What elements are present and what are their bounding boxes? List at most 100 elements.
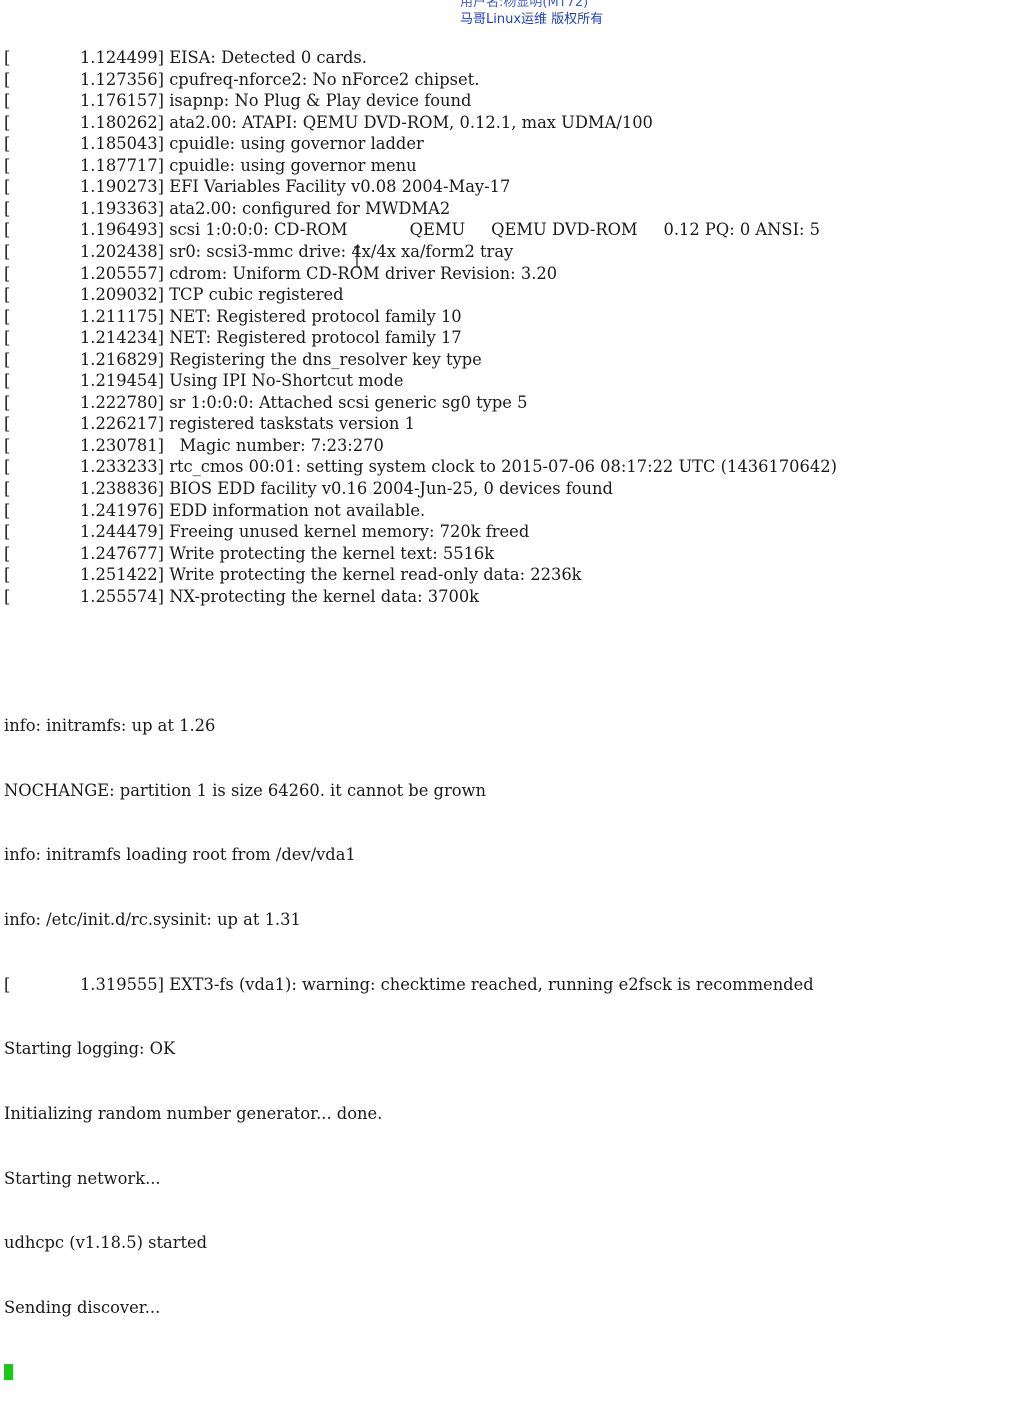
log-bracket: [: [4, 392, 11, 412]
log-bracket: [: [4, 91, 11, 111]
kernel-log-line: [1.244479] Freeing unused kernel memory:…: [4, 521, 1013, 543]
boot-line-ext3-warning: [1.319555] EXT3-fs (vda1): warning: chec…: [4, 974, 1013, 996]
log-bracket: [: [4, 48, 11, 68]
kernel-log-line: [1.230781] Magic number: 7:23:270: [4, 435, 1013, 457]
log-timestamp: 1.187717]: [79, 155, 164, 175]
kernel-log-line: [1.211175] NET: Registered protocol fami…: [4, 306, 1013, 328]
log-bracket: [: [4, 522, 11, 542]
log-bracket: [: [4, 371, 11, 391]
terminal-console[interactable]: [1.124499] EISA: Detected 0 cards.[1.127…: [4, 4, 1013, 1405]
kernel-log-line: [1.247677] Write protecting the kernel t…: [4, 543, 1013, 565]
log-bracket: [: [4, 500, 11, 520]
log-message: Registering the dns_resolver key type: [169, 349, 482, 369]
boot-line-initramfs-up: info: initramfs: up at 1.26: [4, 716, 216, 736]
kernel-log-line: [1.127356] cpufreq-nforce2: No nForce2 c…: [4, 69, 1013, 91]
log-message: sr0: scsi3-mmc drive: 4x/4x xa/form2 tra…: [169, 242, 514, 262]
log-message: TCP cubic registered: [169, 285, 344, 305]
log-message: Freeing unused kernel memory: 720k freed: [169, 522, 530, 542]
boot-line-sending-discover: Sending discover...: [4, 1297, 161, 1317]
log-bracket: [: [4, 242, 11, 262]
boot-line-starting-logging: Starting logging: OK: [4, 1039, 176, 1059]
kernel-log-line: [1.255574] NX-protecting the kernel data…: [4, 586, 1013, 608]
log-timestamp: 1.185043]: [79, 134, 164, 154]
kernel-log-line: [1.176157] isapnp: No Plug & Play device…: [4, 90, 1013, 112]
kernel-log-line: [1.185043] cpuidle: using governor ladde…: [4, 133, 1013, 155]
log-bracket: [: [4, 328, 11, 348]
kernel-log-line: [1.216829] Registering the dns_resolver …: [4, 349, 1013, 371]
log-message: scsi 1:0:0:0: CD-ROM QEMU QEMU DVD-ROM 0…: [169, 220, 821, 240]
log-timestamp: 1.124499]: [79, 48, 164, 68]
log-bracket: [: [4, 263, 11, 283]
kernel-log-line: [1.251422] Write protecting the kernel r…: [4, 564, 1013, 586]
log-timestamp: 1.205557]: [79, 263, 164, 283]
log-message: ata2.00: ATAPI: QEMU DVD-ROM, 0.12.1, ma…: [169, 112, 653, 132]
log-timestamp: 1.251422]: [79, 565, 164, 585]
kernel-log-line: [1.219454] Using IPI No-Shortcut mode: [4, 370, 1013, 392]
log-bracket: [: [4, 435, 11, 455]
log-message: EFI Variables Facility v0.08 2004-May-17: [169, 177, 511, 197]
log-timestamp: 1.255574]: [79, 586, 164, 606]
log-timestamp: 1.222780]: [79, 392, 164, 412]
kernel-log-line: [1.187717] cpuidle: using governor menu: [4, 155, 1013, 177]
log-bracket: [: [4, 112, 11, 132]
kernel-log-line: [1.205557] cdrom: Uniform CD-ROM driver …: [4, 263, 1013, 285]
kernel-log-line: [1.233233] rtc_cmos 00:01: setting syste…: [4, 456, 1013, 478]
kernel-log-line: [1.124499] EISA: Detected 0 cards.: [4, 47, 1013, 69]
log-timestamp: 1.233233]: [79, 457, 164, 477]
log-timestamp: 1.238836]: [79, 479, 164, 499]
log-message: ata2.00: configured for MWDMA2: [169, 198, 451, 218]
log-bracket: [: [4, 306, 11, 326]
log-message: cpuidle: using governor ladder: [169, 134, 424, 154]
log-message: rtc_cmos 00:01: setting system clock to …: [169, 457, 837, 477]
log-message: Write protecting the kernel read-only da…: [169, 565, 582, 585]
log-timestamp: 1.209032]: [79, 285, 164, 305]
log-bracket: [: [4, 134, 11, 154]
log-message: NET: Registered protocol family 17: [169, 328, 462, 348]
log-timestamp: 1.196493]: [79, 220, 164, 240]
log-timestamp: 1.202438]: [79, 242, 164, 262]
kernel-log-line: [1.241976] EDD information not available…: [4, 500, 1013, 522]
log-bracket: [: [4, 414, 11, 434]
log-message: Magic number: 7:23:270: [169, 435, 384, 455]
log-timestamp: 1.247677]: [79, 543, 164, 563]
boot-line-random-generator: Initializing random number generator... …: [4, 1103, 383, 1123]
log-timestamp: 1.244479]: [79, 522, 164, 542]
i-beam-cursor-icon: [353, 246, 361, 268]
log-message: EDD information not available.: [169, 500, 426, 520]
log-message: cpufreq-nforce2: No nForce2 chipset.: [169, 69, 480, 89]
log-bracket: [: [4, 974, 11, 994]
log-bracket: [: [4, 198, 11, 218]
kernel-log-line: [1.202438] sr0: scsi3-mmc drive: 4x/4x x…: [4, 241, 1013, 263]
log-timestamp: 1.241976]: [79, 500, 164, 520]
log-message: registered taskstats version 1: [169, 414, 415, 434]
log-message: cpuidle: using governor menu: [169, 155, 417, 175]
kernel-log-line: [1.226217] registered taskstats version …: [4, 413, 1013, 435]
log-message: BIOS EDD facility v0.16 2004-Jun-25, 0 d…: [169, 479, 613, 499]
log-message: cdrom: Uniform CD-ROM driver Revision: 3…: [169, 263, 558, 283]
log-bracket: [: [4, 457, 11, 477]
log-timestamp: 1.219454]: [79, 371, 164, 391]
log-timestamp: 1.216829]: [79, 349, 164, 369]
kernel-log-line: [1.214234] NET: Registered protocol fami…: [4, 327, 1013, 349]
log-timestamp: 1.127356]: [79, 69, 164, 89]
log-message: EXT3-fs (vda1): warning: checktime reach…: [169, 974, 814, 994]
log-bracket: [: [4, 479, 11, 499]
log-timestamp: 1.226217]: [79, 414, 164, 434]
log-timestamp: 1.193363]: [79, 198, 164, 218]
log-timestamp: 1.211175]: [79, 306, 164, 326]
prompt-line[interactable]: [4, 1361, 1013, 1383]
kernel-log-line: [1.193363] ata2.00: configured for MWDMA…: [4, 198, 1013, 220]
kernel-log-line: [1.222780] sr 1:0:0:0: Attached scsi gen…: [4, 392, 1013, 414]
log-timestamp: 1.180262]: [79, 112, 164, 132]
log-timestamp: 1.230781]: [79, 435, 164, 455]
log-message: NX-protecting the kernel data: 3700k: [169, 586, 480, 606]
log-bracket: [: [4, 543, 11, 563]
log-bracket: [: [4, 220, 11, 240]
log-bracket: [: [4, 285, 11, 305]
log-timestamp: 1.319555]: [79, 974, 164, 994]
kernel-log-list: [1.124499] EISA: Detected 0 cards.[1.127…: [4, 47, 1013, 607]
log-timestamp: 1.176157]: [79, 91, 164, 111]
boot-line-nochange: NOCHANGE: partition 1 is size 64260. it …: [4, 780, 486, 800]
log-message: isapnp: No Plug & Play device found: [169, 91, 472, 111]
